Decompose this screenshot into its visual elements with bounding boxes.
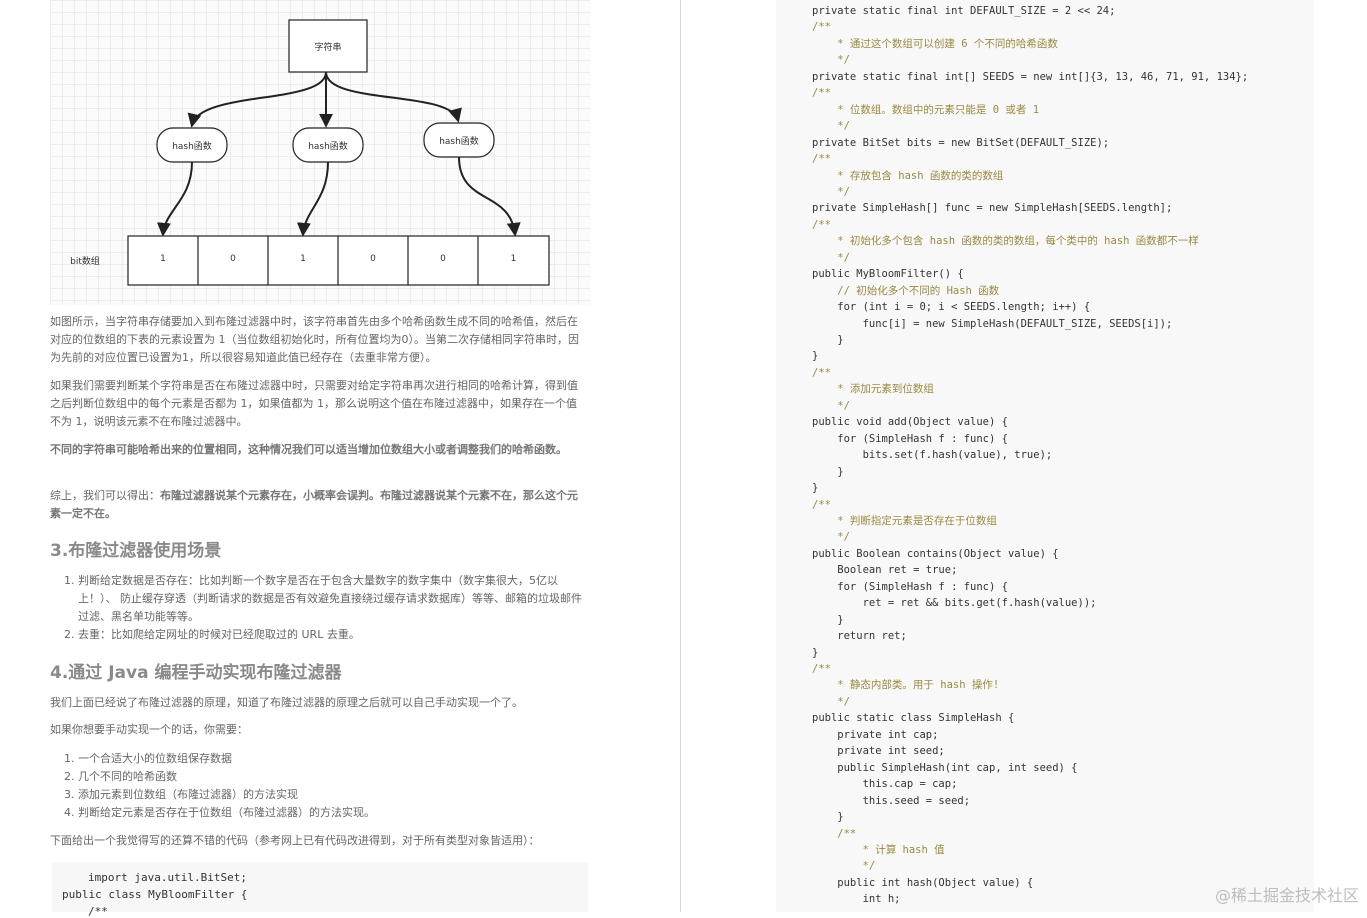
code-line: * 存放包含 hash 函数的类的数组 (812, 169, 1004, 182)
bit-cell: 0 (370, 254, 376, 264)
paragraph-6: 如果你想要手动实现一个的话，你需要： (50, 723, 248, 736)
left-page: 字符串 hash函数 hash函数 hash函数 bit数组 1 0 1 0 0… (0, 0, 680, 918)
paragraph-2: 如果我们需要判断某个字符串是否在布隆过滤器中时，只需要对给定字符串再次进行相同的… (50, 379, 578, 428)
bloom-filter-diagram: 字符串 hash函数 hash函数 hash函数 bit数组 1 0 1 0 0… (50, 0, 590, 305)
code-line: return ret; (812, 630, 907, 643)
bit-array-label: bit数组 (70, 257, 100, 267)
code-line: /** (812, 366, 831, 379)
code-line: // 初始化多个不同的 Hash 函数 (812, 284, 1000, 297)
code-line: private int seed; (812, 745, 945, 758)
code-line: /** (812, 218, 831, 231)
code-line: ret = ret && bits.get(f.hash(value)); (812, 597, 1097, 610)
code-line: public static class SimpleHash { (812, 712, 1015, 725)
code-line: public class MyBloomFilter { (62, 888, 248, 901)
code-line: public MyBloomFilter() { (812, 268, 964, 281)
code-line: */ (812, 251, 850, 264)
code-line: for (int i = 0; i < SEEDS.length; i++) { (812, 301, 1091, 314)
use-case-list: 1. 判断给定数据是否存在：比如判断一个数字是否在于包含大量数字的数字集中（数字集… (64, 572, 586, 644)
code-line: this.cap = cap; (812, 778, 958, 791)
code-line: public int hash(Object value) { (812, 876, 1034, 889)
list-item: 2. 几个不同的哈希函数 (64, 770, 177, 783)
list-item: 1. 判断给定数据是否存在：比如判断一个数字是否在于包含大量数字的数字集中（数字集… (64, 574, 582, 623)
code-line: */ (812, 185, 850, 198)
code-line: */ (812, 860, 876, 873)
bit-cell: 1 (160, 254, 166, 264)
code-line: private BitSet bits = new BitSet(DEFAULT… (812, 136, 1110, 149)
bit-cell: 0 (230, 254, 236, 264)
paragraph-1: 如图所示，当字符串存储要加入到布隆过滤器中时，该字符串首先由多个哈希函数生成不同… (50, 315, 579, 364)
hash-node-3: hash函数 (439, 137, 479, 147)
code-line: /** (812, 87, 831, 100)
code-line: } (812, 646, 819, 659)
list-item: 2. 去重：比如爬给定网址的时候对已经爬取过的 URL 去重。 (64, 628, 360, 641)
code-line: public Boolean contains(Object value) { (812, 547, 1059, 560)
code-line: * 通过这个数组可以创建 6 个不同的哈希函数 (812, 37, 1058, 50)
code-line: * 位数组。数组中的元素只能是 0 或者 1 (812, 103, 1040, 116)
paragraph-4: 综上，我们可以得出：布隆过滤器说某个元素存在，小概率会误判。布隆过滤器说某个元素… (50, 489, 578, 520)
code-line: public SimpleHash(int cap, int seed) { (812, 761, 1078, 774)
code-line: * 静态内部类。用于 hash 操作! (812, 679, 1000, 692)
code-line: * 添加元素到位数组 (812, 383, 934, 396)
code-line: * 初始化多个包含 hash 函数的类的数组，每个类中的 hash 函数都不一样 (812, 235, 1199, 248)
requirements-list: 1. 一个合适大小的位数组保存数据 2. 几个不同的哈希函数 3. 添加元素到位数组（… (64, 750, 586, 822)
code-line: } (812, 613, 844, 626)
hash-node-2: hash函数 (308, 142, 348, 152)
code-line: for (SimpleHash f : func) { (812, 580, 1008, 593)
code-line: func[i] = new SimpleHash(DEFAULT_SIZE, S… (812, 317, 1173, 330)
heading-use-cases: 3.布隆过滤器使用场景 (50, 541, 222, 561)
list-item: 3. 添加元素到位数组（布隆过滤器）的方法实现 (64, 788, 298, 801)
heading-java-impl: 4.通过 Java 编程手动实现布隆过滤器 (50, 663, 342, 683)
watermark: @稀土掘金技术社区 (1214, 886, 1359, 905)
code-line: /** (812, 498, 831, 511)
code-line: * 计算 hash 值 (812, 843, 945, 856)
code-line: */ (812, 54, 850, 67)
right-page: private static final int DEFAULT_SIZE = … (681, 0, 1367, 912)
code-line: } (812, 482, 819, 495)
code-line: this.seed = seed; (812, 794, 971, 807)
code-line: int h; (812, 893, 901, 906)
code-line: private static final int[] SEEDS = new i… (812, 70, 1249, 83)
code-line: bits.set(f.hash(value), true); (812, 449, 1053, 462)
code-line: } (812, 350, 819, 363)
code-line: */ (812, 531, 850, 544)
hash-node-1: hash函数 (172, 142, 212, 152)
code-line: /** (812, 21, 831, 34)
code-line: } (812, 334, 844, 346)
code-line: Boolean ret = true; (812, 564, 958, 577)
code-block-preview: import java.util.BitSet; public class My… (52, 862, 588, 918)
code-line: */ (812, 695, 850, 708)
code-line: } (812, 465, 844, 478)
bit-cell: 1 (300, 254, 306, 264)
code-line: } (812, 811, 844, 824)
code-line: */ (812, 120, 850, 133)
list-item: 1. 一个合适大小的位数组保存数据 (64, 752, 232, 765)
code-line: private SimpleHash[] func = new SimpleHa… (812, 202, 1173, 215)
code-line: for (SimpleHash f : func) { (812, 432, 1008, 445)
paragraph-5: 我们上面已经说了布隆过滤器的原理，知道了布隆过滤器的原理之后就可以自己手动实现一… (50, 696, 523, 709)
code-block: private static final int DEFAULT_SIZE = … (776, 0, 1314, 912)
list-item: 4. 判断给定元素是否存在于位数组（布隆过滤器）的方法实现。 (64, 806, 375, 819)
code-line: private int cap; (812, 728, 939, 741)
code-line: * 判断指定元素是否存在于位数组 (812, 514, 997, 527)
code-line: /** (812, 663, 831, 675)
code-line: import java.util.BitSet; (88, 871, 247, 884)
code-line: /** (812, 153, 831, 166)
bit-cell: 0 (440, 254, 446, 264)
paragraph-3: 不同的字符串可能哈希出来的位置相同，这种情况我们可以适当增加位数组大小或者调整我… (50, 443, 567, 456)
code-line: public void add(Object value) { (812, 416, 1008, 429)
paragraph-7: 下面给出一个我觉得写的还算不错的代码（参考网上已有代码改进得到，对于所有类型对象… (50, 834, 540, 847)
top-box-label: 字符串 (314, 43, 342, 53)
code-line: private static final int DEFAULT_SIZE = … (812, 5, 1116, 17)
bit-cell: 1 (510, 254, 517, 264)
code-line: /** (812, 827, 857, 840)
code-line: */ (812, 399, 850, 412)
